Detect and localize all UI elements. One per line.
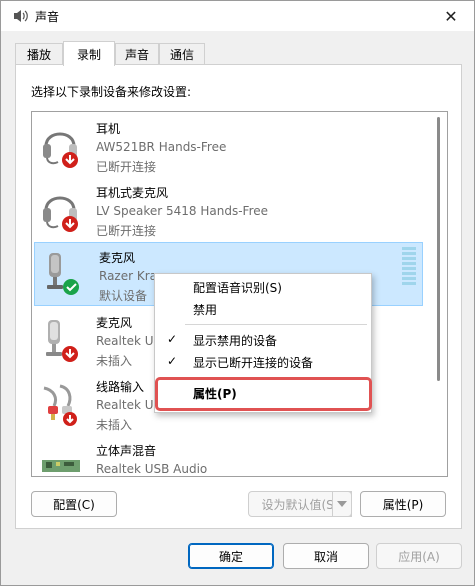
device-name: 耳机式麦克风 (96, 186, 169, 200)
close-button[interactable]: ✕ (428, 1, 474, 31)
properties-highlight-outline (155, 377, 372, 411)
level-meter (402, 247, 416, 287)
tab-label: 声音 (124, 48, 149, 62)
cancel-button-label: 取消 (313, 549, 338, 564)
microphone-icon (47, 253, 79, 295)
device-description: Realtek US (96, 398, 162, 412)
sound-card-icon (42, 460, 80, 472)
device-status: 已断开连接 (96, 224, 157, 238)
tab-label: 播放 (26, 48, 51, 62)
tab-recording[interactable]: 录制 (63, 41, 115, 66)
scrollbar-thumb[interactable] (437, 117, 440, 381)
cancel-button[interactable]: 取消 (283, 543, 369, 569)
device-description: LV Speaker 5418 Hands-Free (96, 204, 269, 218)
apply-button[interactable]: 应用(A) (376, 543, 462, 569)
device-item-stereo-mix[interactable]: 立体声混音 Realtek USB Audio (32, 436, 434, 476)
device-status: 未插入 (96, 354, 133, 368)
device-description: Realtek USB Audio (96, 462, 208, 476)
instruction-text: 选择以下录制设备来修改设置: (31, 85, 192, 99)
menu-item-configure-speech[interactable]: 配置语音识别(S) (157, 276, 370, 298)
properties-button-label: 属性(P) (382, 497, 424, 512)
configure-button[interactable]: 配置(C) (31, 491, 117, 517)
device-status: 未插入 (96, 418, 133, 432)
device-name: 麦克风 (96, 316, 133, 330)
line-in-cable-icon (43, 384, 77, 426)
headset-icon (43, 132, 78, 168)
tab-label: 通信 (169, 48, 194, 62)
device-description: Razer Kra (99, 269, 158, 283)
menu-separator (185, 324, 367, 325)
device-status: 已断开连接 (96, 160, 157, 174)
tab-sounds[interactable]: 声音 (115, 43, 159, 65)
checkmark-icon: ✓ (167, 354, 178, 368)
close-icon: ✕ (444, 6, 458, 26)
microphone-icon (46, 320, 78, 362)
device-item-headset-mic[interactable]: 耳机式麦克风 LV Speaker 5418 Hands-Free 已断开连接 (32, 178, 434, 242)
set-default-button-label: 设为默认值(S) (261, 497, 339, 512)
ok-button-label: 确定 (218, 549, 243, 564)
device-name: 线路输入 (96, 380, 145, 394)
headset-icon (43, 196, 78, 232)
device-description: AW521BR Hands-Free (96, 140, 227, 154)
menu-item-disable[interactable]: 禁用 (157, 298, 370, 320)
checkmark-icon: ✓ (167, 332, 178, 346)
menu-item-label: 显示禁用的设备 (193, 333, 278, 348)
device-status: 默认设备 (99, 289, 148, 303)
speaker-icon (14, 10, 28, 22)
device-name: 麦克风 (99, 251, 136, 265)
device-item-headset[interactable]: 耳机 AW521BR Hands-Free 已断开连接 (32, 114, 434, 178)
menu-item-label: 显示已断开连接的设备 (193, 355, 314, 370)
device-name: 立体声混音 (96, 444, 157, 458)
chevron-down-icon (337, 501, 347, 507)
tab-communications[interactable]: 通信 (159, 43, 205, 65)
apply-button-label: 应用(A) (398, 549, 440, 564)
tab-playback[interactable]: 播放 (15, 43, 63, 65)
tab-label: 录制 (76, 47, 101, 62)
window-title: 声音 (35, 10, 60, 24)
title-bar: 声音 ✕ (1, 1, 474, 31)
device-list-scrollbar[interactable] (434, 111, 444, 477)
configure-button-label: 配置(C) (53, 497, 95, 512)
menu-item-label: 禁用 (193, 302, 218, 317)
ok-button[interactable]: 确定 (188, 543, 274, 569)
set-default-dropdown-button[interactable] (332, 491, 352, 517)
device-name: 耳机 (96, 122, 121, 136)
properties-button[interactable]: 属性(P) (360, 491, 446, 517)
menu-item-show-disconnected[interactable]: ✓ 显示已断开连接的设备 (157, 351, 370, 373)
menu-item-show-disabled[interactable]: ✓ 显示禁用的设备 (157, 329, 370, 351)
device-description: Realtek US (96, 334, 162, 348)
sound-dialog: 声音 ✕ 播放 录制 声音 通信 选择以下录制设备来修改设置: 耳机 AW521… (0, 0, 475, 586)
menu-item-label: 配置语音识别(S) (193, 280, 282, 295)
